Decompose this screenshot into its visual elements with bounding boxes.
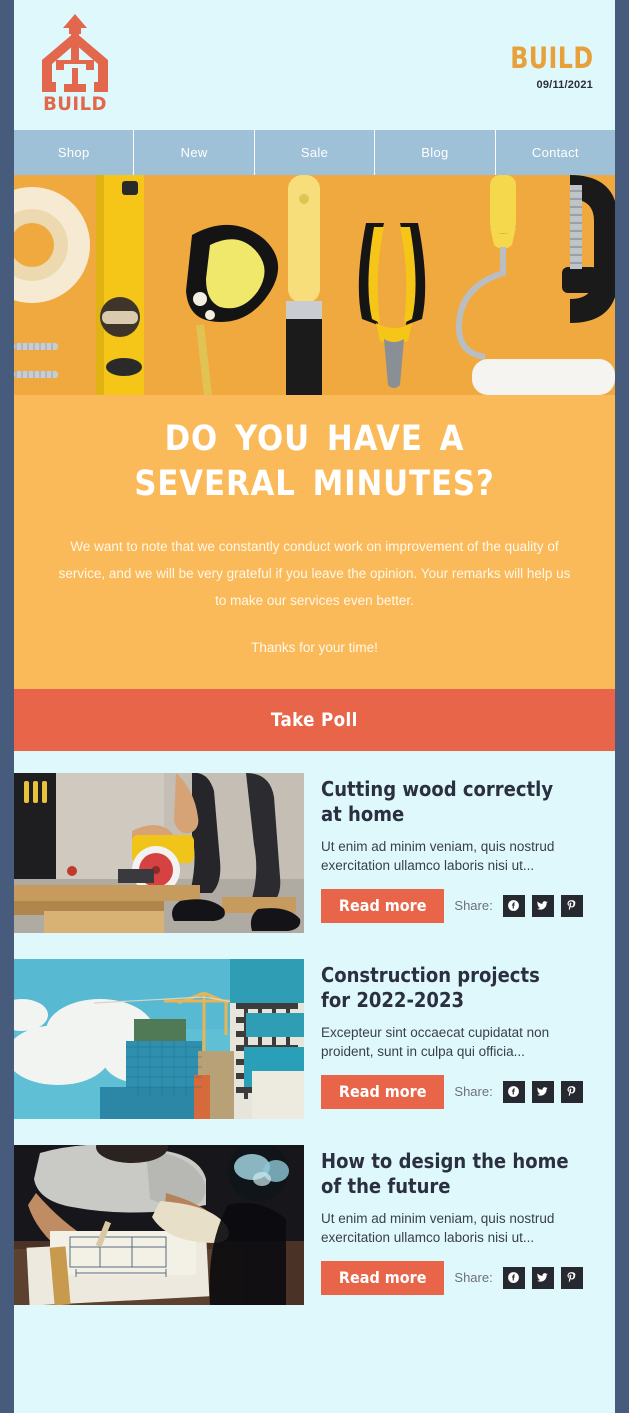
article-excerpt: Ut enim ad minim veniam, quis nostrud ex… xyxy=(321,1210,555,1246)
pinterest-glyph xyxy=(567,1272,576,1283)
social-share-row xyxy=(502,894,583,917)
pinterest-icon[interactable] xyxy=(560,894,583,917)
share-label: Share: xyxy=(454,1270,493,1286)
hero-body-text: We want to note that we constantly condu… xyxy=(58,538,571,608)
article-title[interactable]: Construction projects for 2022-2023 xyxy=(321,963,573,1014)
twitter-icon[interactable] xyxy=(531,1266,554,1289)
article-body: How to design the home of the future Ut … xyxy=(321,1145,601,1305)
read-more-label: Read more xyxy=(338,1081,427,1101)
article-actions: Read more Share: xyxy=(321,888,601,923)
construction-skyline-photo xyxy=(14,958,304,1119)
circular-saw-photo xyxy=(14,772,304,933)
take-poll-label: Take Poll xyxy=(271,708,358,731)
article-body: Cutting wood correctly at home Ut enim a… xyxy=(321,773,601,933)
facebook-glyph xyxy=(508,1086,520,1098)
article-card: Cutting wood correctly at home Ut enim a… xyxy=(14,772,615,933)
article-actions: Read more Share: xyxy=(321,1074,601,1109)
email-header: BUILD BUILD 09/11/2021 xyxy=(14,0,615,130)
social-share-row xyxy=(502,1080,583,1103)
read-more-label: Read more xyxy=(338,1267,427,1287)
tools-flatlay-illustration xyxy=(14,175,615,395)
social-share-row xyxy=(502,1266,583,1289)
article-actions: Read more Share: xyxy=(321,1260,601,1295)
read-more-button[interactable]: Read more xyxy=(321,1074,445,1109)
twitter-glyph xyxy=(537,901,549,911)
build-house-arrow-icon: BUILD xyxy=(42,14,108,114)
brand-block: BUILD 09/11/2021 xyxy=(492,41,594,92)
twitter-icon[interactable] xyxy=(531,894,554,917)
facebook-icon[interactable] xyxy=(502,1080,525,1103)
read-more-button[interactable]: Read more xyxy=(321,888,445,923)
svg-text:BUILD: BUILD xyxy=(43,94,107,114)
hero-text-block: DO YOU HAVE A SEVERAL MINUTES? We want t… xyxy=(14,395,615,689)
pinterest-icon[interactable] xyxy=(560,1266,583,1289)
share-label: Share: xyxy=(454,898,493,914)
nav-item-blog[interactable]: Blog xyxy=(375,130,496,175)
read-more-button[interactable]: Read more xyxy=(321,1260,445,1295)
facebook-glyph xyxy=(508,1272,520,1284)
issue-date: 09/11/2021 xyxy=(536,79,593,91)
pinterest-glyph xyxy=(567,1086,576,1097)
facebook-icon[interactable] xyxy=(502,1266,525,1289)
main-navigation: Shop New Sale Blog Contact xyxy=(14,130,615,175)
email-page: BUILD BUILD 09/11/2021 Shop New Sale Blo… xyxy=(0,0,629,1413)
read-more-label: Read more xyxy=(338,895,427,915)
article-thumbnail[interactable] xyxy=(14,1144,304,1305)
hero-thanks-text: Thanks for your time! xyxy=(251,639,378,655)
pinterest-icon[interactable] xyxy=(560,1080,583,1103)
architect-blueprint-photo xyxy=(14,1144,304,1305)
article-thumbnail[interactable] xyxy=(14,772,304,933)
article-card: Construction projects for 2022-2023 Exce… xyxy=(14,958,615,1119)
article-title[interactable]: Cutting wood correctly at home xyxy=(321,777,573,828)
twitter-glyph xyxy=(537,1273,549,1283)
nav-item-new[interactable]: New xyxy=(134,130,255,175)
email-content-column: BUILD BUILD 09/11/2021 Shop New Sale Blo… xyxy=(14,0,615,1413)
facebook-glyph xyxy=(508,900,520,912)
nav-item-shop[interactable]: Shop xyxy=(14,130,135,175)
article-card: How to design the home of the future Ut … xyxy=(14,1144,615,1305)
twitter-glyph xyxy=(537,1087,549,1097)
hero-tools-image xyxy=(14,175,615,395)
article-excerpt: Excepteur sint occaecat cupidatat non pr… xyxy=(321,1024,550,1060)
hero-heading: DO YOU HAVE A SEVERAL MINUTES? xyxy=(134,419,495,504)
nav-item-contact[interactable]: Contact xyxy=(496,130,615,175)
article-title[interactable]: How to design the home of the future xyxy=(321,1149,573,1200)
article-excerpt: Ut enim ad minim veniam, quis nostrud ex… xyxy=(321,838,555,874)
article-thumbnail[interactable] xyxy=(14,958,304,1119)
take-poll-button[interactable]: Take Poll xyxy=(14,688,615,751)
nav-item-sale[interactable]: Sale xyxy=(255,130,376,175)
twitter-icon[interactable] xyxy=(531,1080,554,1103)
brand-name: BUILD xyxy=(509,41,593,75)
article-list: Cutting wood correctly at home Ut enim a… xyxy=(14,750,615,1305)
facebook-icon[interactable] xyxy=(502,894,525,917)
brand-logo[interactable]: BUILD xyxy=(38,14,112,114)
share-label: Share: xyxy=(454,1084,493,1100)
pinterest-glyph xyxy=(567,900,576,911)
article-body: Construction projects for 2022-2023 Exce… xyxy=(321,959,601,1119)
